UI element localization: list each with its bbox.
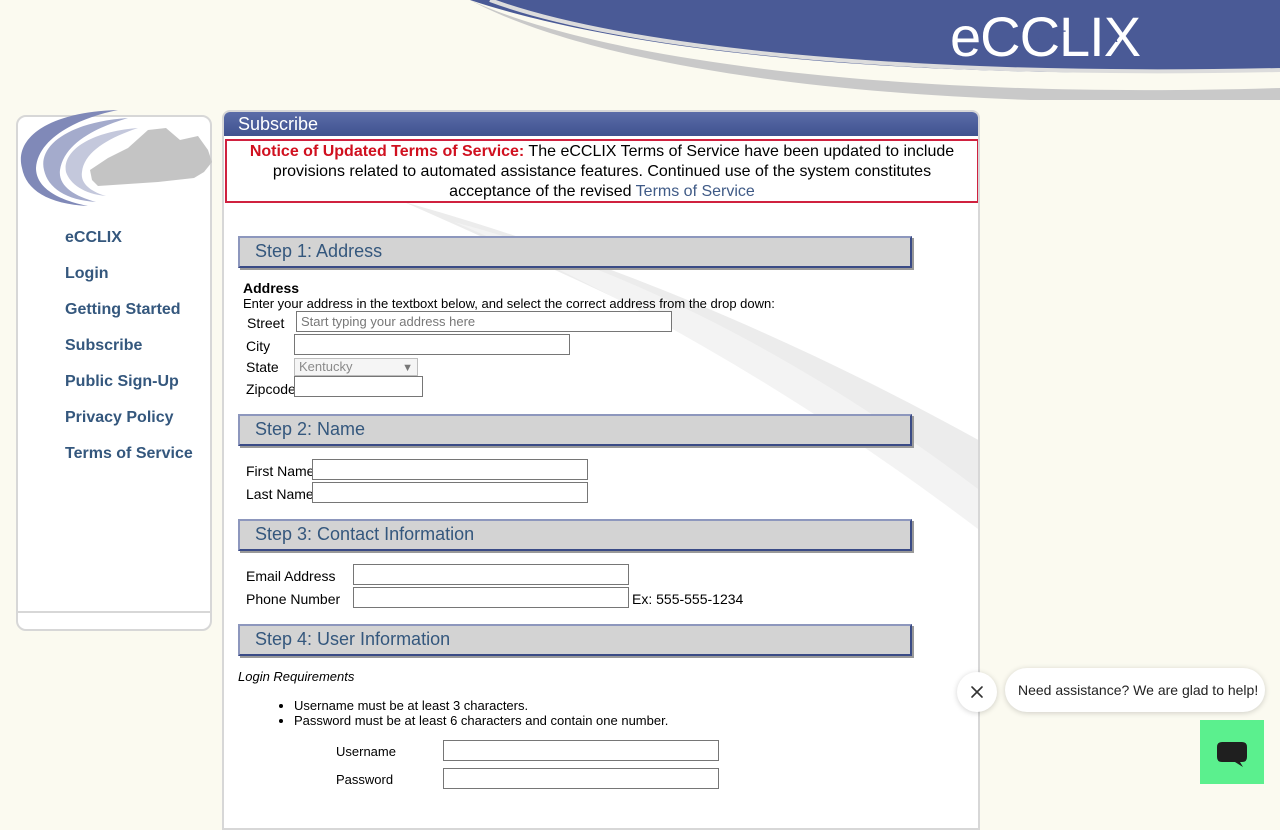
notice-text-3: acceptance of the revised <box>449 183 632 200</box>
email-input[interactable] <box>353 564 629 585</box>
state-value: Kentucky <box>299 359 353 374</box>
zipcode-input[interactable] <box>294 376 423 397</box>
username-input[interactable] <box>443 740 719 761</box>
kentucky-logo <box>20 110 212 206</box>
requirement-username: Username must be at least 3 characters. <box>294 698 668 713</box>
street-input[interactable] <box>296 311 672 332</box>
email-label: Email Address <box>246 568 336 584</box>
page-title: Subscribe <box>224 112 978 136</box>
city-input[interactable] <box>294 334 570 355</box>
chat-greeting[interactable]: Need assistance? We are glad to help! <box>1005 668 1265 712</box>
password-input[interactable] <box>443 768 719 789</box>
nav-privacy-policy[interactable]: Privacy Policy <box>65 408 193 444</box>
nav-subscribe[interactable]: Subscribe <box>65 336 193 372</box>
open-chat-button[interactable] <box>1200 720 1264 784</box>
login-requirements-heading: Login Requirements <box>238 669 355 684</box>
brand-sub: ENTRAL <box>1004 27 1155 46</box>
terms-link[interactable]: Terms of Service <box>636 183 755 200</box>
password-label: Password <box>336 772 394 787</box>
first-name-label: First Name <box>246 463 315 479</box>
phone-example: Ex: 555-555-1234 <box>632 591 744 607</box>
chevron-down-icon: ▼ <box>402 362 413 374</box>
city-label: City <box>246 338 271 354</box>
first-name-input[interactable] <box>312 459 588 480</box>
nav-login[interactable]: Login <box>65 264 193 300</box>
step3-header: Step 3: Contact Information <box>238 519 912 551</box>
notice-text-2: provisions related to automated assistan… <box>272 163 932 180</box>
notice-title: Notice of Updated Terms of Service: <box>249 143 525 160</box>
ecclix-logo[interactable]: eCCLIX ENTRAL <box>950 4 1180 68</box>
sidebar-divider <box>18 611 210 613</box>
zipcode-label: Zipcode <box>246 381 296 397</box>
terms-notice: Notice of Updated Terms of Service: The … <box>225 139 978 203</box>
nav-getting-started[interactable]: Getting Started <box>65 300 193 336</box>
nav-terms-of-service[interactable]: Terms of Service <box>65 444 193 480</box>
subscribe-panel: Subscribe Notice of Updated Terms of Ser… <box>222 110 980 830</box>
close-icon <box>971 686 983 698</box>
address-heading: Address <box>243 280 300 296</box>
step1-header: Step 1: Address <box>238 236 912 268</box>
step2-header: Step 2: Name <box>238 414 912 446</box>
nav-ecclix[interactable]: eCCLIX <box>65 228 193 264</box>
address-instructions: Enter your address in the textboxt below… <box>243 296 775 311</box>
close-chat-button[interactable] <box>957 672 997 712</box>
state-label: State <box>246 359 279 375</box>
last-name-label: Last Name <box>246 486 314 502</box>
step4-header: Step 4: User Information <box>238 624 912 656</box>
phone-input[interactable] <box>353 587 629 608</box>
nav-public-sign-up[interactable]: Public Sign-Up <box>65 372 193 408</box>
street-label: Street <box>247 315 285 331</box>
state-select[interactable]: Kentucky ▼ <box>294 358 418 376</box>
requirements-list: Username must be at least 3 characters. … <box>278 698 668 728</box>
notice-text-1: The eCCLIX Terms of Service have been up… <box>528 143 955 160</box>
chat-icon <box>1217 742 1247 767</box>
last-name-input[interactable] <box>312 482 588 503</box>
ecclix-logo-graphic: eCCLIX ENTRAL <box>950 5 1155 68</box>
sidebar-nav: eCCLIX Login Getting Started Subscribe P… <box>65 228 193 480</box>
phone-label: Phone Number <box>246 591 341 607</box>
username-label: Username <box>336 744 396 759</box>
requirement-password: Password must be at least 6 characters a… <box>294 713 668 728</box>
